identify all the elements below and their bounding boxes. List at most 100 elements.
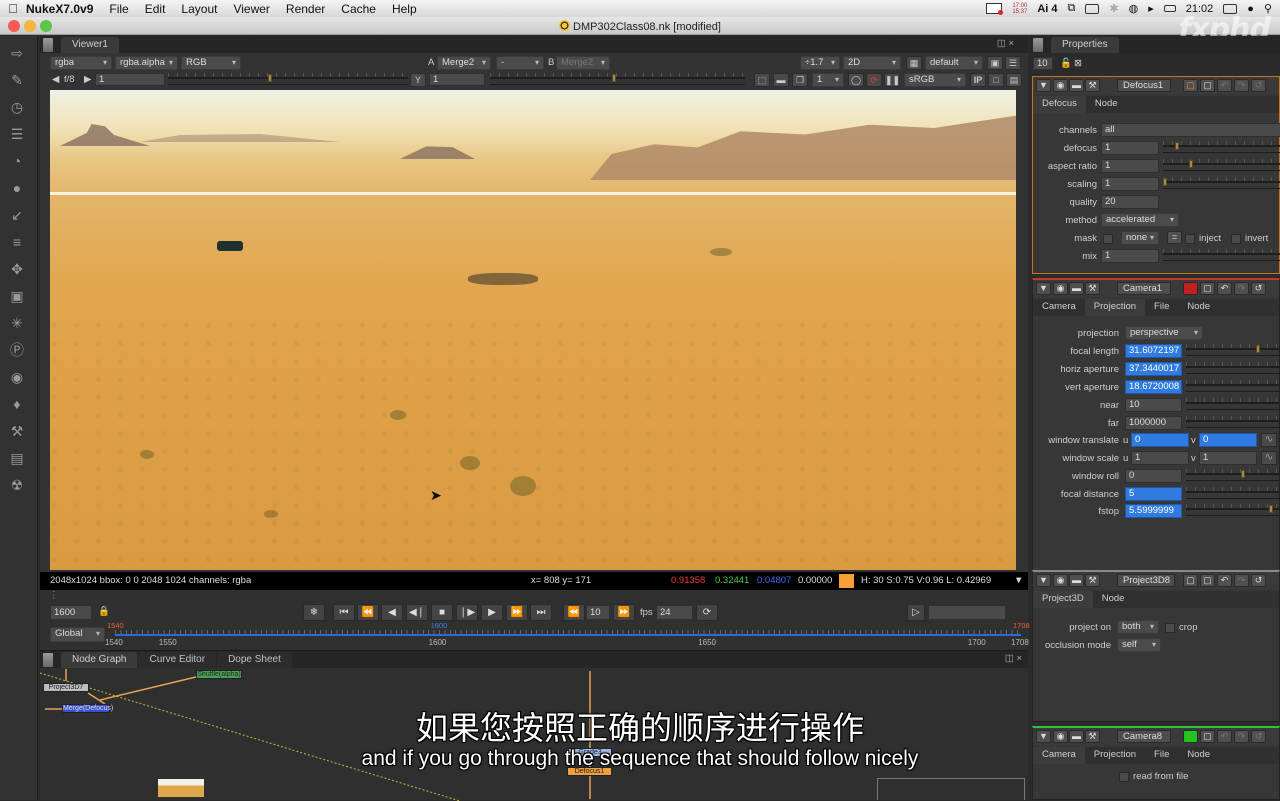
flipbook-icon[interactable]: ❄ [303, 604, 325, 621]
slider-knob[interactable] [1256, 345, 1260, 353]
deep-icon[interactable]: Ⓟ [8, 341, 26, 359]
info-menu-icon[interactable]: ▼ [1014, 572, 1023, 590]
gl-color-icon[interactable]: ▢ [1200, 79, 1215, 92]
downscale-icon[interactable]: ❐ [792, 73, 808, 87]
play-forward-button[interactable]: ❘▶ [456, 604, 478, 621]
wrench-icon[interactable]: ⚒ [1085, 79, 1100, 92]
prev-keyframe-button[interactable]: ⏪ [357, 604, 379, 621]
color-icon[interactable]: ◔ [8, 152, 26, 170]
tab-camera[interactable]: Camera [1033, 299, 1085, 316]
current-frame-field[interactable]: 1600 [50, 605, 92, 620]
node-name-field[interactable]: Camera8 [1117, 730, 1171, 743]
gamma-field[interactable]: 1 [429, 73, 485, 86]
window-scale-v-field[interactable]: 1 [1199, 451, 1257, 465]
transform-icon[interactable]: ✥ [8, 260, 26, 278]
video-record-icon[interactable] [986, 3, 1004, 15]
tab-viewer1[interactable]: Viewer1 [61, 37, 119, 53]
tab-file[interactable]: File [1145, 299, 1179, 316]
fstop-slider[interactable] [1186, 504, 1280, 516]
tab-node[interactable]: Node [1178, 747, 1220, 764]
display-icon[interactable] [1085, 3, 1100, 14]
gain-field[interactable]: 1 [95, 73, 165, 86]
revert-icon[interactable]: ↺ [1251, 282, 1266, 295]
node-color-icon[interactable]: ▢ [1183, 574, 1198, 587]
lock-icon[interactable]: 🔓 [1060, 58, 1072, 69]
undo-icon[interactable]: ↶ [1217, 574, 1232, 587]
menu-cache[interactable]: Cache [341, 2, 376, 16]
window-roll-slider[interactable] [1186, 469, 1280, 481]
timecode-field[interactable] [928, 605, 1006, 620]
clipping-icon[interactable]: ◯ [848, 73, 864, 87]
crop-checkbox[interactable] [1165, 623, 1175, 633]
slider-knob[interactable] [1163, 178, 1167, 186]
step-forward-button[interactable]: ⏩ [613, 604, 635, 621]
input-icon[interactable]: ▬ [1069, 79, 1084, 92]
method-dropdown[interactable]: accelerated [1101, 213, 1179, 227]
lock-icon[interactable]: 🔒 [98, 606, 110, 617]
flipbook-viewer-button[interactable]: ▷ [907, 604, 925, 621]
center-node-icon[interactable]: ◉ [1053, 730, 1068, 743]
navigator-minimap[interactable] [877, 778, 1025, 800]
particles-icon[interactable]: ✳ [8, 314, 26, 332]
wifi-icon[interactable]: ◍ [1129, 2, 1139, 15]
view-mode-dropdown[interactable]: 2D [843, 56, 901, 70]
input-icon[interactable]: ▬ [1069, 574, 1084, 587]
curve-icon[interactable]: ∿ [1261, 451, 1277, 465]
fstop-next-icon[interactable]: ▶ [84, 74, 91, 85]
revert-icon[interactable]: ↺ [1251, 574, 1266, 587]
graph-node[interactable]: Project3D7 [43, 683, 89, 692]
lut-preset-dropdown[interactable]: default [925, 56, 983, 70]
filter-icon[interactable]: ● [8, 179, 26, 197]
collapse-icon[interactable]: ▼ [1036, 730, 1051, 743]
center-node-icon[interactable]: ◉ [1053, 282, 1068, 295]
draw-icon[interactable]: ✎ [8, 71, 26, 89]
gl-color-icon[interactable]: ▢ [1200, 730, 1215, 743]
undo-icon[interactable]: ↶ [1217, 282, 1232, 295]
window-translate-u-field[interactable]: 0 [1131, 433, 1189, 447]
node-color-icon[interactable]: ▢ [1183, 79, 1198, 92]
tab-properties[interactable]: Properties [1051, 37, 1119, 53]
tab-projection[interactable]: Projection [1084, 747, 1146, 764]
node-name-field[interactable]: Defocus1 [1117, 79, 1171, 92]
read-from-file-checkbox[interactable] [1119, 772, 1129, 782]
far-slider[interactable] [1186, 416, 1280, 428]
vert-aperture-slider[interactable] [1186, 380, 1280, 392]
quality-field[interactable]: 20 [1101, 195, 1159, 209]
menu-edit[interactable]: Edit [145, 2, 166, 16]
out-point-marker[interactable]: 1708 [1013, 621, 1030, 630]
mask-swap-icon[interactable]: = [1167, 231, 1182, 244]
input-process-button[interactable]: IP [970, 73, 986, 87]
redo-icon[interactable]: ↷ [1234, 574, 1249, 587]
near-field[interactable]: 10 [1125, 398, 1182, 412]
gain-slider-knob[interactable] [268, 74, 272, 82]
channel-icon[interactable]: ☰ [8, 125, 26, 143]
mix-field[interactable]: 1 [1101, 249, 1159, 263]
slider-knob[interactable] [1241, 470, 1245, 478]
slider-knob[interactable] [1175, 142, 1179, 150]
vert-aperture-field[interactable]: 18.6720008 [1125, 380, 1182, 394]
menu-viewer[interactable]: Viewer [233, 2, 269, 16]
collapse-icon[interactable]: ▼ [1036, 574, 1051, 587]
undo-icon[interactable]: ↶ [1217, 79, 1232, 92]
guides-icon[interactable]: ☰ [1005, 56, 1021, 70]
refresh-icon[interactable]: ⟳ [866, 73, 882, 87]
defocus-field[interactable]: 1 [1101, 141, 1159, 155]
b-input-dropdown[interactable]: Merge2 [556, 56, 610, 70]
menu-render[interactable]: Render [286, 2, 325, 16]
horiz-aperture-slider[interactable] [1186, 362, 1280, 374]
step-back-button[interactable]: ⏪ [563, 604, 585, 621]
far-field[interactable]: 1000000 [1125, 416, 1182, 430]
redo-icon[interactable]: ↷ [1234, 282, 1249, 295]
bluetooth-icon[interactable]: ✱ [1109, 2, 1118, 15]
gl-color-icon[interactable]: ▢ [1200, 574, 1215, 587]
image-icon[interactable]: ⇨ [8, 44, 26, 62]
checker-icon[interactable]: ▤ [1006, 73, 1022, 87]
time-icon[interactable]: ◷ [8, 98, 26, 116]
menu-file[interactable]: File [109, 2, 128, 16]
play-backward-button[interactable]: ◀❘ [406, 604, 428, 621]
center-node-icon[interactable]: ◉ [1053, 79, 1068, 92]
window-translate-v-field[interactable]: 0 [1199, 433, 1257, 447]
3d-icon[interactable]: ▣ [8, 287, 26, 305]
wrench-icon[interactable]: ⚒ [1085, 282, 1100, 295]
dropbox-icon[interactable]: ⧉ [1068, 2, 1076, 15]
